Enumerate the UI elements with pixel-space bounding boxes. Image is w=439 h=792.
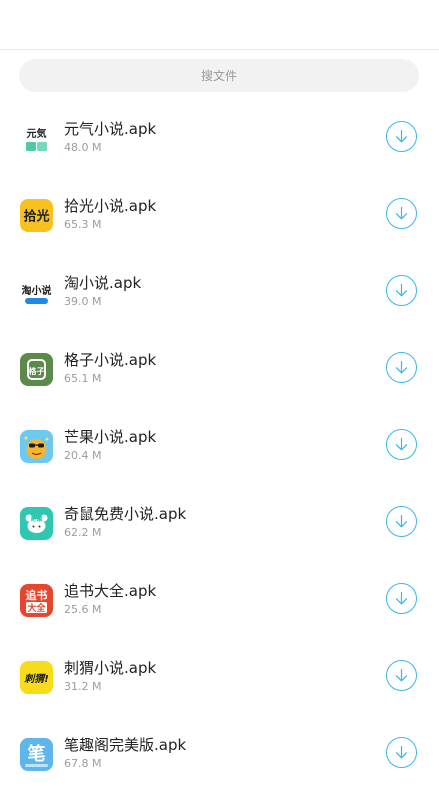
svg-text:笔: 笔 — [28, 743, 46, 765]
download-arrow-icon — [395, 437, 408, 451]
file-row[interactable]: 笔 笔趣阁完美版.apk 67.8 M — [0, 715, 439, 792]
download-button[interactable] — [386, 275, 417, 306]
file-size: 31.2 M — [64, 680, 102, 693]
svg-text:格子: 格子 — [29, 366, 45, 376]
search-placeholder: 搜文件 — [200, 69, 237, 83]
svg-text:元気: 元気 — [27, 127, 47, 140]
download-arrow-icon — [395, 129, 408, 143]
file-name: 元气小说.apk — [64, 120, 157, 138]
file-name: 追书大全.apk — [64, 582, 157, 600]
file-name: 格子小说.apk — [64, 351, 157, 369]
download-button[interactable] — [386, 121, 417, 152]
file-row[interactable]: 刺猬! 刺猬小说.apk 31.2 M — [0, 638, 439, 715]
file-size: 25.6 M — [64, 603, 102, 616]
shiguang-app-icon: 拾光 — [20, 199, 53, 232]
download-button[interactable] — [386, 737, 417, 768]
file-name: 芒果小说.apk — [64, 428, 157, 446]
file-size: 20.4 M — [64, 449, 102, 462]
zhuishu-app-icon: 追书 大全 — [20, 584, 53, 617]
search-input[interactable]: 搜文件 — [19, 59, 419, 92]
file-row[interactable]: 元気 元气小说.apk 48.0 M — [0, 99, 439, 176]
download-arrow-icon — [395, 668, 408, 682]
svg-text:拾光: 拾光 — [23, 209, 49, 225]
file-list: 元気 元气小说.apk 48.0 M 拾光 拾光小说.apk 65.3 M 淘小… — [0, 99, 439, 792]
file-row[interactable]: 淘小说 淘小说.apk 39.0 M — [0, 253, 439, 330]
yuanqi-app-icon: 元気 — [20, 122, 53, 155]
file-size: 62.2 M — [64, 526, 102, 539]
file-row[interactable]: 芒果小说.apk 20.4 M — [0, 407, 439, 484]
qishu-app-icon: 奇鼠 — [20, 507, 53, 540]
file-size: 39.0 M — [64, 295, 102, 308]
download-arrow-icon — [395, 745, 408, 759]
file-name: 笔趣阁完美版.apk — [64, 736, 187, 754]
svg-text:追书: 追书 — [26, 588, 48, 602]
file-size: 48.0 M — [64, 141, 102, 154]
file-name: 奇鼠免费小说.apk — [64, 505, 187, 523]
svg-text:奇鼠: 奇鼠 — [30, 515, 42, 523]
file-name: 刺猬小说.apk — [64, 659, 157, 677]
svg-text:大全: 大全 — [27, 602, 46, 614]
file-size: 67.8 M — [64, 757, 102, 770]
download-button[interactable] — [386, 198, 417, 229]
download-arrow-icon — [395, 360, 408, 374]
tao-app-icon: 淘小说 — [20, 276, 53, 309]
gezi-app-icon: 格子 — [20, 353, 53, 386]
ciwei-app-icon: 刺猬! — [20, 661, 53, 694]
svg-text:淘小说: 淘小说 — [22, 284, 52, 297]
top-bar — [0, 0, 439, 50]
file-size: 65.3 M — [64, 218, 102, 231]
download-arrow-icon — [395, 514, 408, 528]
download-button[interactable] — [386, 583, 417, 614]
file-row[interactable]: 追书 大全 追书大全.apk 25.6 M — [0, 561, 439, 638]
biquge-app-icon: 笔 — [20, 738, 53, 771]
download-arrow-icon — [395, 283, 408, 297]
file-name: 淘小说.apk — [64, 274, 142, 292]
file-name: 拾光小说.apk — [64, 197, 157, 215]
file-row[interactable]: 格子 格子小说.apk 65.1 M — [0, 330, 439, 407]
file-size: 65.1 M — [64, 372, 102, 385]
file-row[interactable]: 拾光 拾光小说.apk 65.3 M — [0, 176, 439, 253]
svg-text:刺猬!: 刺猬! — [24, 673, 49, 685]
download-arrow-icon — [395, 591, 408, 605]
download-button[interactable] — [386, 352, 417, 383]
file-row[interactable]: 奇鼠 奇鼠免费小说.apk 62.2 M — [0, 484, 439, 561]
download-button[interactable] — [386, 506, 417, 537]
download-button[interactable] — [386, 660, 417, 691]
mango-app-icon — [20, 430, 53, 463]
download-button[interactable] — [386, 429, 417, 460]
download-arrow-icon — [395, 206, 408, 220]
